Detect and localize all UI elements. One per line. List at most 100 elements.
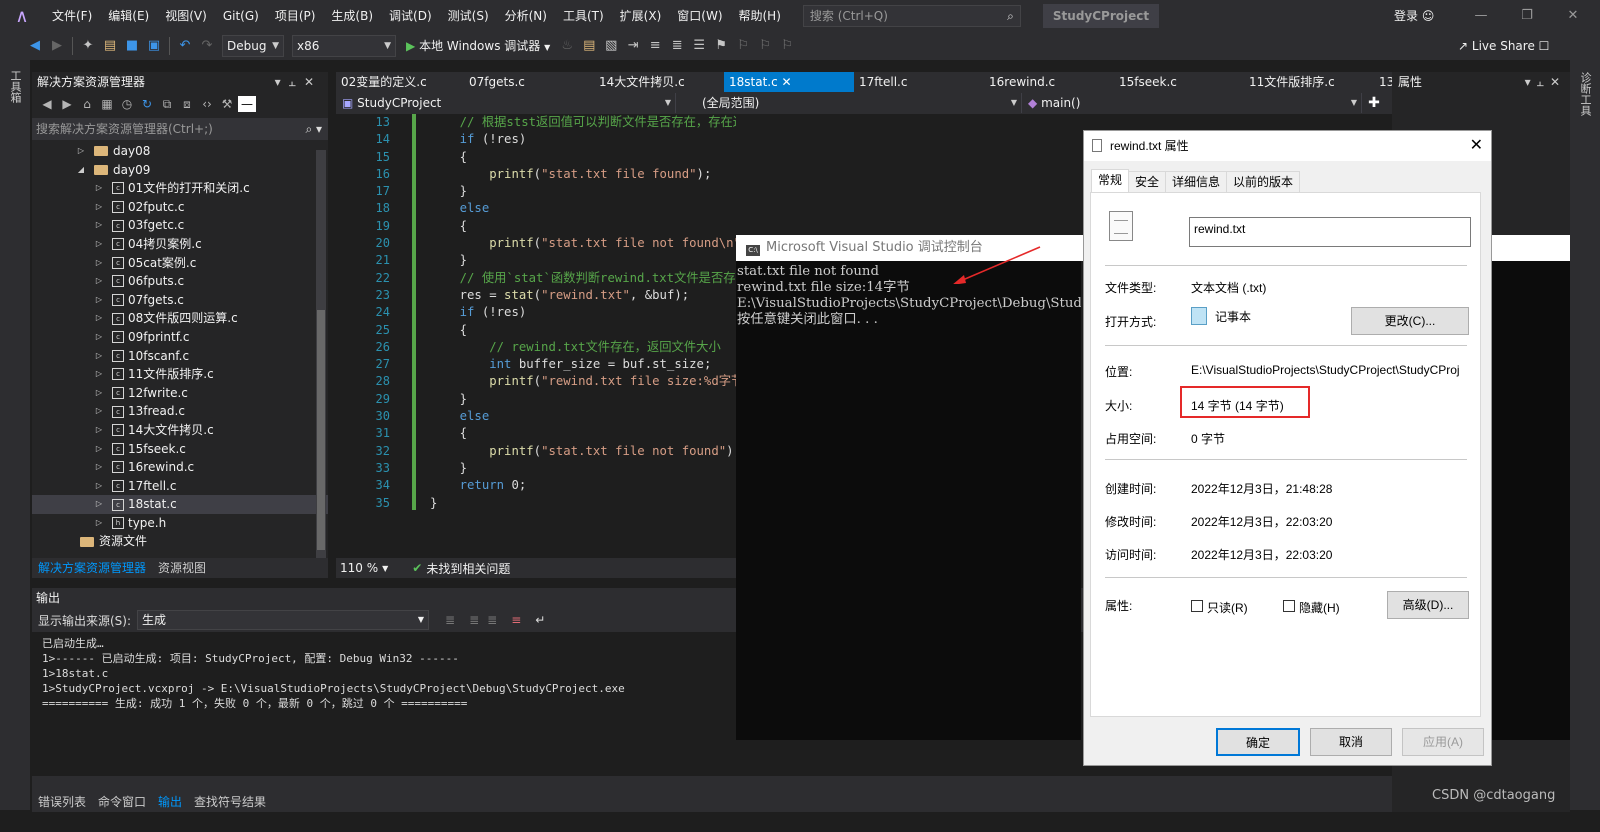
hidden-label[interactable]: 隐藏(H) [1299, 599, 1340, 616]
scrollbar-thumb[interactable] [317, 310, 325, 550]
chevron-down-icon[interactable]: ▼ [382, 564, 388, 573]
close-icon[interactable]: ✕ [1550, 75, 1566, 89]
folder-icon[interactable]: ▤ [578, 35, 600, 57]
expand-arrow-icon[interactable]: ▷ [94, 254, 104, 273]
tree-file[interactable]: ▷ c 03fgetc.c [32, 216, 328, 235]
advanced-button[interactable]: 高级(D)... [1387, 591, 1469, 619]
clear-all-icon[interactable]: ≡ [511, 613, 521, 627]
expand-arrow-icon[interactable]: ▷ [94, 477, 104, 496]
collapse-all-icon[interactable]: ⧉ [158, 97, 176, 112]
tree-folder[interactable]: ◢ day09 [32, 161, 328, 180]
redo-icon[interactable]: ↷ [196, 35, 218, 57]
pin-icon[interactable]: ⫠ [1537, 75, 1550, 89]
tab-previous-versions[interactable]: 以前的版本 [1226, 171, 1301, 192]
tab-solution-explorer[interactable]: 解决方案资源管理器 [32, 558, 152, 578]
readonly-label[interactable]: 只读(R) [1207, 599, 1248, 616]
change-button[interactable]: 更改(C)... [1351, 307, 1469, 335]
minimize-button[interactable]: — [1458, 0, 1504, 32]
nav-project-select[interactable]: ▣ StudyCProject ▼ [336, 93, 676, 113]
diagnostics-tab[interactable]: 诊断工具 [1577, 72, 1593, 116]
collapse-arrow-icon[interactable]: ◢ [76, 161, 86, 180]
bookmark-clear-icon[interactable]: ⚐ [776, 35, 798, 57]
close-icon[interactable]: ✕ [304, 75, 322, 89]
tree-file[interactable]: ▷ c 06fputs.c [32, 272, 328, 291]
expand-arrow-icon[interactable]: ▷ [94, 216, 104, 235]
close-icon[interactable]: ✕ [778, 75, 792, 89]
properties-wrench-icon[interactable]: ⚒ [218, 97, 236, 111]
hidden-checkbox[interactable] [1283, 600, 1295, 612]
tab-resource-view[interactable]: 资源视图 [152, 558, 212, 578]
menu-item[interactable]: 项目(P) [267, 0, 324, 32]
tree-file[interactable]: ▷ c 12fwrite.c [32, 384, 328, 403]
back-icon[interactable]: ◀ [38, 97, 56, 111]
sync-icon[interactable]: ↻ [138, 97, 156, 111]
indent-icon[interactable]: ≡ [644, 35, 666, 57]
tree-file[interactable]: ▷ c 08文件版四则运算.c [32, 309, 328, 328]
apply-button[interactable]: 应用(A) [1402, 728, 1484, 756]
bottom-tab[interactable]: 命令窗口 [92, 792, 152, 812]
menu-item[interactable]: 调试(D) [381, 0, 440, 32]
config-select[interactable]: Debug ▼ [222, 35, 284, 57]
comment-icon[interactable]: ☰ [688, 35, 710, 57]
find-message-icon[interactable]: ≣ [445, 613, 455, 627]
ok-button[interactable]: 确定 [1216, 728, 1300, 756]
bookmark-next-icon[interactable]: ⚐ [754, 35, 776, 57]
expand-arrow-icon[interactable]: ▷ [76, 142, 86, 161]
close-window-button[interactable]: ✕ [1550, 0, 1596, 32]
visual-studio-logo-icon[interactable]: ∧ [0, 0, 44, 32]
cancel-button[interactable]: 取消 [1310, 728, 1392, 756]
run-debugger-button[interactable]: ▶ 本地 Windows 调试器 ▼ [400, 35, 556, 57]
new-project-icon[interactable]: ✦ [77, 35, 99, 57]
maximize-button[interactable]: ❐ [1504, 0, 1550, 32]
tree-file[interactable]: ▷ h type.h [32, 514, 328, 533]
tree-file[interactable]: ▷ c 15fseek.c [32, 440, 328, 459]
tree-file[interactable]: ▷ c 01文件的打开和关闭.c [32, 179, 328, 198]
forward-icon[interactable]: ▶ [46, 35, 68, 57]
bottom-tab[interactable]: 错误列表 [32, 792, 92, 812]
expand-arrow-icon[interactable]: ▷ [94, 291, 104, 310]
tab-security[interactable]: 安全 [1128, 171, 1167, 192]
expand-arrow-icon[interactable]: ▷ [94, 328, 104, 347]
expand-arrow-icon[interactable]: ▷ [94, 347, 104, 366]
issues-status[interactable]: 未找到相关问题 [426, 560, 510, 577]
next-message-icon[interactable]: ≣ [487, 613, 497, 627]
bottom-tab[interactable]: 查找符号结果 [188, 792, 272, 812]
live-share-button[interactable]: ↗ Live Share ☐ [1458, 32, 1549, 60]
tree-file[interactable]: ▷ c 16rewind.c [32, 458, 328, 477]
switch-views-icon[interactable]: ▦ [98, 97, 116, 111]
tree-file[interactable]: ▷ c 17ftell.c [32, 477, 328, 496]
readonly-checkbox[interactable] [1191, 600, 1203, 612]
document-tab[interactable]: 15fseek.c [1114, 72, 1244, 92]
menu-item[interactable]: 生成(B) [323, 0, 381, 32]
search-input[interactable]: 搜索 (Ctrl+Q) ⌕ [802, 5, 1021, 27]
flame-icon[interactable]: ♨ [556, 35, 578, 57]
menu-item[interactable]: 帮助(H) [731, 0, 789, 32]
menu-item[interactable]: 测试(S) [440, 0, 497, 32]
view-code-icon[interactable]: ‹› [198, 97, 216, 111]
pin-icon[interactable]: ⫠ [289, 75, 304, 89]
expand-arrow-icon[interactable]: ▷ [94, 384, 104, 403]
word-wrap-icon[interactable]: ↵ [535, 613, 545, 627]
tree-file[interactable]: ▷ c 18stat.c [32, 495, 328, 514]
open-file-icon[interactable]: ▤ [99, 35, 121, 57]
output-horizontal-scrollbar[interactable] [32, 776, 1392, 792]
menu-item[interactable]: 窗口(W) [669, 0, 730, 32]
document-tab[interactable]: 16rewind.c [984, 72, 1114, 92]
tab-details[interactable]: 详细信息 [1165, 171, 1228, 192]
nav-function-select[interactable]: ◆ main() ▼ [1022, 93, 1362, 113]
login-button[interactable]: 登录 ☺ [1394, 0, 1434, 32]
document-tab[interactable]: 17ftell.c [854, 72, 984, 92]
expand-arrow-icon[interactable]: ▷ [94, 272, 104, 291]
close-icon[interactable]: ✕ [1470, 131, 1483, 161]
filename-input[interactable]: rewind.txt [1189, 217, 1471, 247]
tree-file[interactable]: ▷ c 02fputc.c [32, 198, 328, 217]
outdent-icon[interactable]: ≣ [666, 35, 688, 57]
undo-icon[interactable]: ↶ [174, 35, 196, 57]
menu-item[interactable]: Git(G) [215, 0, 267, 32]
back-icon[interactable]: ◀ [24, 35, 46, 57]
step-icon[interactable]: ⇥ [622, 35, 644, 57]
menu-item[interactable]: 视图(V) [157, 0, 215, 32]
bottom-tab[interactable]: 输出 [152, 792, 188, 812]
bookmark-prev-icon[interactable]: ⚐ [732, 35, 754, 57]
tree-folder[interactable]: ▷ day08 [32, 142, 328, 161]
